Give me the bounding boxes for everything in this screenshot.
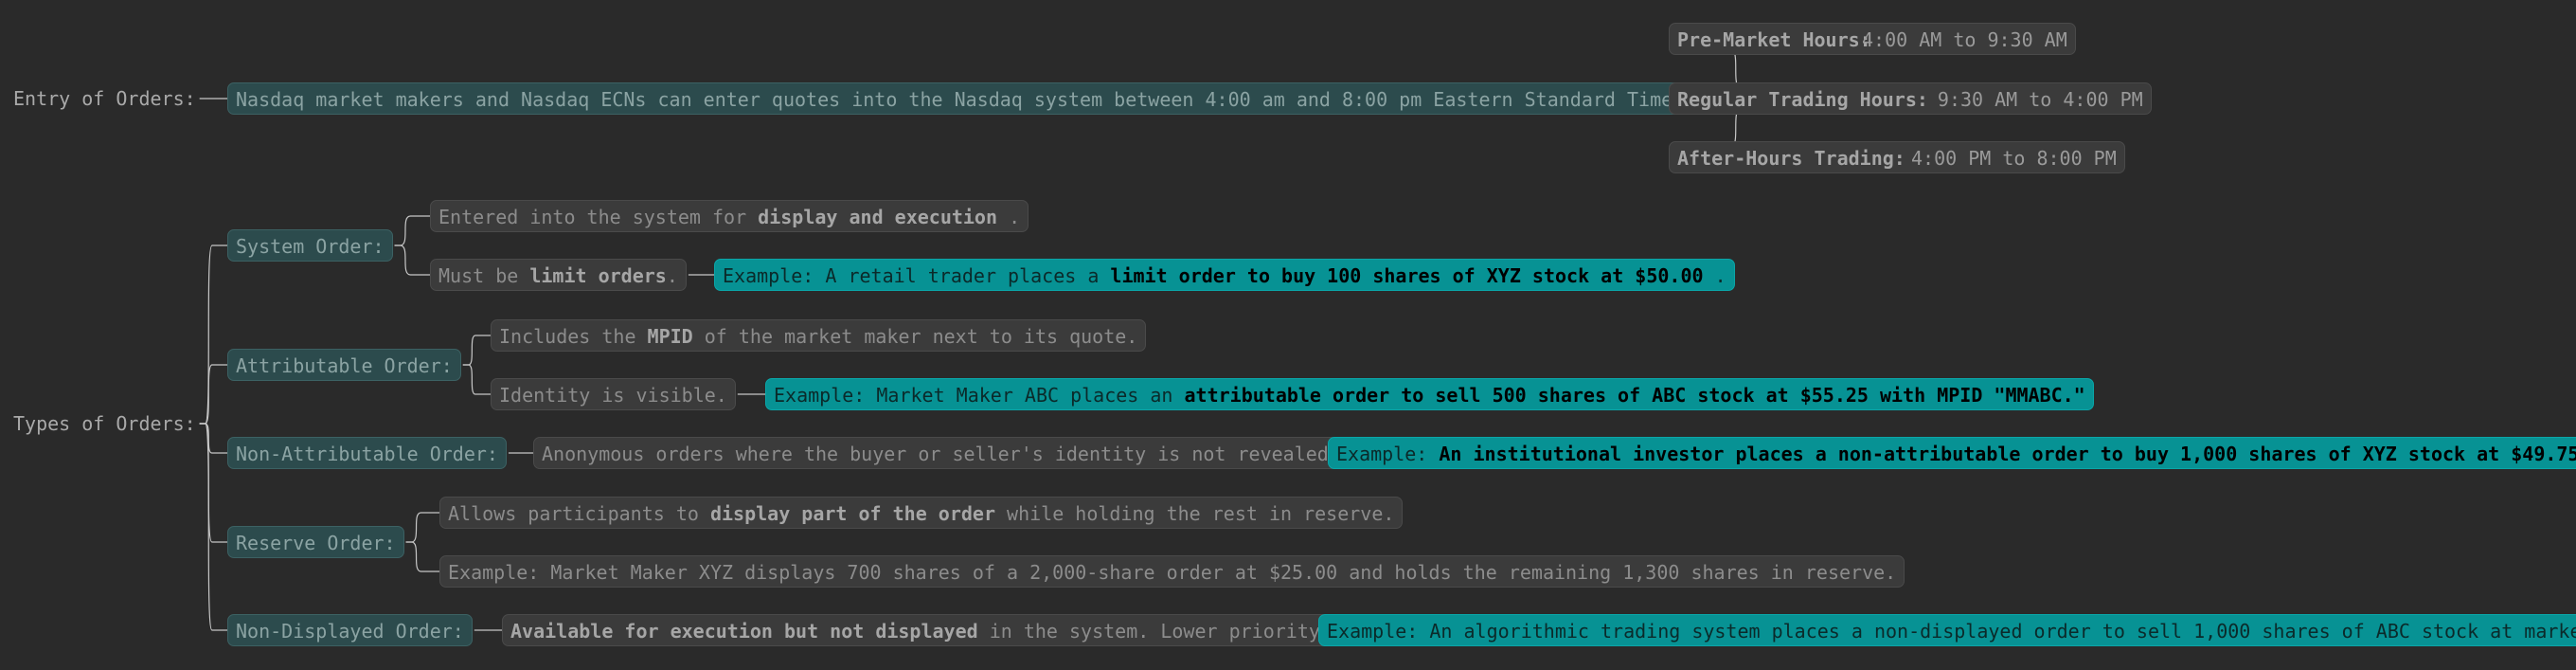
system-order-limit-node[interactable]: Must be limit orders. xyxy=(430,259,687,291)
session-time: 9:30 AM to 4:00 PM xyxy=(1937,88,2143,111)
connector-detail xyxy=(462,335,491,366)
system-order-display-node[interactable]: Entered into the system for display and … xyxy=(430,200,1029,232)
reserve-order-example-node[interactable]: Example: Market Maker XYZ displays 700 s… xyxy=(439,555,1905,588)
text: Entered into the system for xyxy=(438,206,759,228)
non-attributable-order-node[interactable]: Non-Attributable Order: xyxy=(227,437,507,469)
entry-description-node[interactable]: Nasdaq market makers and Nasdaq ECNs can… xyxy=(227,82,1750,115)
session-time: 4:00 AM to 9:30 AM xyxy=(1862,28,2067,51)
emphasis: Available for execution but not displaye… xyxy=(510,620,978,643)
text: Example: A retail trader places a xyxy=(723,264,1111,287)
after-hours-trading-node[interactable]: After-Hours Trading: 4:00 PM to 8:00 PM xyxy=(1669,141,2125,173)
connector-detail xyxy=(462,364,491,395)
system-order-example-node[interactable]: Example: A retail trader places a limit … xyxy=(714,259,1735,291)
emphasis: limit order to buy 100 shares of XYZ sto… xyxy=(1110,264,1704,287)
session-name: Regular Trading Hours: xyxy=(1677,88,1928,111)
pre-market-hours-node[interactable]: Pre-Market Hours:4:00 AM to 9:30 AM xyxy=(1669,23,2076,55)
reserve-order-node[interactable]: Reserve Order: xyxy=(227,526,404,558)
connector-type xyxy=(199,244,227,425)
text: . xyxy=(997,206,1021,228)
attributable-order-mpid-node[interactable]: Includes the MPID of the market maker ne… xyxy=(491,319,1147,352)
session-name: After-Hours Trading: xyxy=(1677,147,1905,170)
non-displayed-order-priority-node[interactable]: Available for execution but not displaye… xyxy=(502,614,1340,646)
system-order-node[interactable]: System Order: xyxy=(227,229,393,262)
text: of the market maker next to its quote. xyxy=(692,325,1138,348)
connector-type xyxy=(199,423,227,454)
emphasis: attributable order to sell 500 shares of… xyxy=(1184,384,2085,407)
connector-type xyxy=(199,364,227,425)
text: Allows participants to xyxy=(448,502,710,525)
emphasis: limit orders xyxy=(529,264,667,287)
attributable-order-node[interactable]: Attributable Order: xyxy=(227,349,461,381)
attributable-order-example-node[interactable]: Example: Market Maker ABC places an attr… xyxy=(765,378,2094,410)
non-attributable-order-anonymous-node[interactable]: Anonymous orders where the buyer or sell… xyxy=(533,437,1349,469)
non-attributable-order-example-node[interactable]: Example: An institutional investor place… xyxy=(1328,437,2576,469)
text: Example: xyxy=(1336,443,1440,465)
emphasis: display part of the order xyxy=(709,502,995,525)
connector-type xyxy=(199,423,227,631)
emphasis: display and execution xyxy=(758,206,998,228)
text: . xyxy=(666,264,678,287)
session-time: 4:00 PM to 8:00 PM xyxy=(1911,147,2117,170)
text: in the system. Lower priority. xyxy=(977,620,1332,643)
regular-trading-hours-node[interactable]: Regular Trading Hours: 9:30 AM to 4:00 PM xyxy=(1669,82,2152,115)
types-of-orders-label: Types of Orders: xyxy=(13,412,196,435)
text: . xyxy=(1703,264,1726,287)
emphasis: An institutional investor places a non-a… xyxy=(1439,443,2576,465)
session-name: Pre-Market Hours: xyxy=(1677,28,1871,51)
connector-type xyxy=(199,423,227,543)
non-displayed-order-node[interactable]: Non-Displayed Order: xyxy=(227,614,473,646)
emphasis: MPID xyxy=(647,325,693,348)
attributable-order-identity-node[interactable]: Identity is visible. xyxy=(491,378,736,410)
non-displayed-order-example-node[interactable]: Example: An algorithmic trading system p… xyxy=(1318,614,2576,646)
connector-detail xyxy=(405,512,439,543)
text: Includes the xyxy=(499,325,648,348)
text: Must be xyxy=(438,264,530,287)
entry-of-orders-label: Entry of Orders: xyxy=(13,87,196,110)
text: Example: Market Maker ABC places an xyxy=(774,384,1185,407)
connector-detail xyxy=(394,215,430,246)
text: while holding the rest in reserve. xyxy=(994,502,1395,525)
connector-detail xyxy=(405,541,439,572)
connector-detail xyxy=(394,244,430,276)
reserve-order-display-node[interactable]: Allows participants to display part of t… xyxy=(439,497,1404,529)
